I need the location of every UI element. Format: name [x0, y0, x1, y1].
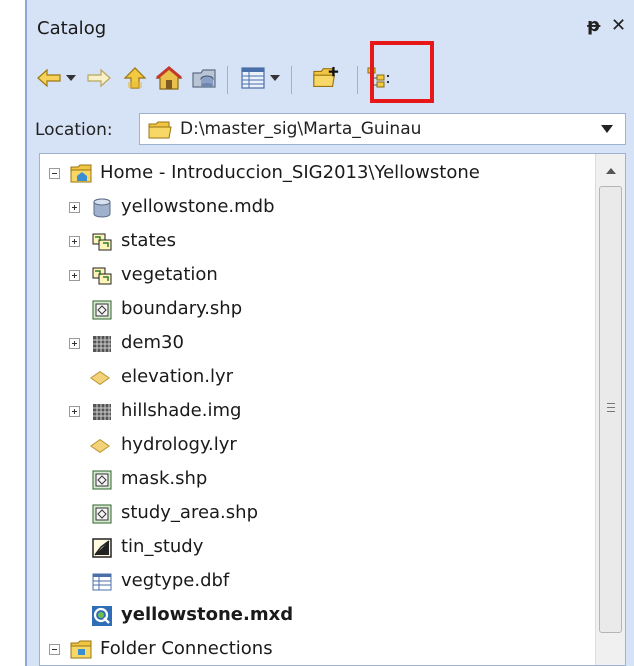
- location-combobox[interactable]: D:\master_sig\Marta_Guinau: [139, 113, 626, 145]
- tree-item[interactable]: Home - Introduccion_SIG2013\Yellowstone: [40, 157, 595, 191]
- tree-item-label: dem30: [121, 332, 184, 353]
- tree-item-label: vegtype.dbf: [121, 570, 230, 591]
- tree-item-label: vegetation: [121, 264, 218, 285]
- chevron-down-icon[interactable]: [601, 125, 613, 133]
- table-icon: [92, 573, 112, 591]
- forward-button[interactable]: [85, 64, 113, 92]
- tree-item-label: elevation.lyr: [121, 366, 234, 387]
- back-button[interactable]: [35, 64, 63, 92]
- tree-item[interactable]: states: [40, 225, 595, 259]
- default-gdb-button[interactable]: [191, 64, 219, 92]
- shapefile-icon: [92, 504, 112, 524]
- tree-item[interactable]: boundary.shp: [40, 293, 595, 327]
- tree-item[interactable]: tin_study: [40, 531, 595, 565]
- geodatabase-icon: [192, 69, 216, 88]
- folder-connections-icon: [70, 640, 92, 659]
- toolbar-separator: [291, 66, 292, 94]
- tree-item[interactable]: elevation.lyr: [40, 361, 595, 395]
- tree-item-label: mask.shp: [121, 468, 208, 489]
- tree-item-label: study_area.shp: [121, 502, 258, 523]
- grip-line: [607, 411, 615, 412]
- close-icon[interactable]: ✕: [611, 15, 626, 36]
- panel-title: Catalog: [37, 18, 107, 39]
- highlight-box: [370, 41, 434, 103]
- coverage-icon: [92, 267, 112, 285]
- grip-line: [607, 407, 615, 408]
- pin-icon[interactable]: ᵽ: [587, 15, 600, 36]
- table-view-icon: [241, 67, 265, 89]
- up-one-level-button[interactable]: [121, 64, 149, 92]
- shapefile-icon: [92, 300, 112, 320]
- chevron-down-icon: [66, 75, 76, 81]
- tree-item[interactable]: yellowstone.mdb: [40, 191, 595, 225]
- tree-item-label: hydrology.lyr: [121, 434, 237, 455]
- up-folder-icon: [123, 67, 147, 89]
- coverage-icon: [92, 233, 112, 251]
- tree-item-label: tin_study: [121, 536, 204, 557]
- shapefile-icon: [92, 470, 112, 490]
- tree-item[interactable]: study_area.shp: [40, 497, 595, 531]
- forward-arrow-icon: [87, 68, 111, 88]
- tree-item-label: states: [121, 230, 176, 251]
- catalog-window: Catalog ᵽ ✕ Location: D:\master_sig\Mart…: [25, 0, 634, 666]
- expand-icon[interactable]: [69, 338, 80, 349]
- expand-icon[interactable]: [69, 406, 80, 417]
- tree-item-label: hillshade.img: [121, 400, 242, 421]
- expand-icon[interactable]: [69, 270, 80, 281]
- toolbar-separator: [227, 66, 228, 94]
- folder-icon: [148, 121, 172, 139]
- map-document-icon: [92, 606, 112, 626]
- tree-item[interactable]: mask.shp: [40, 463, 595, 497]
- tree-item[interactable]: Folder Connections: [40, 633, 595, 665]
- collapse-icon[interactable]: [49, 168, 60, 179]
- back-arrow-icon: [37, 68, 61, 88]
- tree-item-label: yellowstone.mdb: [121, 196, 275, 217]
- expand-icon[interactable]: [69, 236, 80, 247]
- layer-file-icon: [90, 371, 110, 385]
- connect-folder-icon: [313, 66, 339, 87]
- location-label: Location:: [35, 120, 113, 140]
- home-icon: [155, 66, 183, 90]
- collapse-icon[interactable]: [49, 644, 60, 655]
- back-dropdown[interactable]: [63, 64, 79, 92]
- views-button[interactable]: [239, 64, 267, 92]
- location-row: Location: D:\master_sig\Marta_Guinau: [27, 110, 634, 148]
- views-dropdown[interactable]: [267, 64, 283, 92]
- scroll-thumb[interactable]: [599, 186, 622, 633]
- scroll-up-icon[interactable]: [606, 168, 616, 174]
- tree-item-label: Folder Connections: [100, 638, 273, 659]
- raster-icon: [93, 336, 111, 352]
- tree-item[interactable]: vegtype.dbf: [40, 565, 595, 599]
- catalog-tree: Home - Introduccion_SIG2013\Yellowstone …: [39, 153, 626, 666]
- tree-item[interactable]: hillshade.img: [40, 395, 595, 429]
- chevron-down-icon: [270, 75, 280, 81]
- tree-item[interactable]: vegetation: [40, 259, 595, 293]
- layer-file-icon: [90, 439, 110, 453]
- grip-line: [607, 403, 615, 404]
- database-icon: [93, 198, 111, 218]
- toolbar-separator: [357, 66, 358, 94]
- connect-to-folder-button[interactable]: [312, 64, 340, 92]
- tree-scrollbar[interactable]: [595, 154, 625, 665]
- expand-icon[interactable]: [69, 202, 80, 213]
- raster-icon: [93, 404, 111, 420]
- tree-item-label: Home - Introduccion_SIG2013\Yellowstone: [100, 162, 480, 183]
- home-button[interactable]: [155, 64, 183, 92]
- tree-item[interactable]: dem30: [40, 327, 595, 361]
- catalog-toolbar: [27, 41, 634, 108]
- tree-item-label: boundary.shp: [121, 298, 243, 319]
- tin-icon: [92, 538, 112, 558]
- tree-item-label: yellowstone.mxd: [121, 604, 294, 625]
- tree-item[interactable]: yellowstone.mxd: [40, 599, 595, 633]
- home-folder-icon: [70, 164, 92, 183]
- catalog-titlebar: Catalog ᵽ ✕: [27, 0, 634, 58]
- location-value: D:\master_sig\Marta_Guinau: [180, 119, 422, 139]
- tree-item[interactable]: hydrology.lyr: [40, 429, 595, 463]
